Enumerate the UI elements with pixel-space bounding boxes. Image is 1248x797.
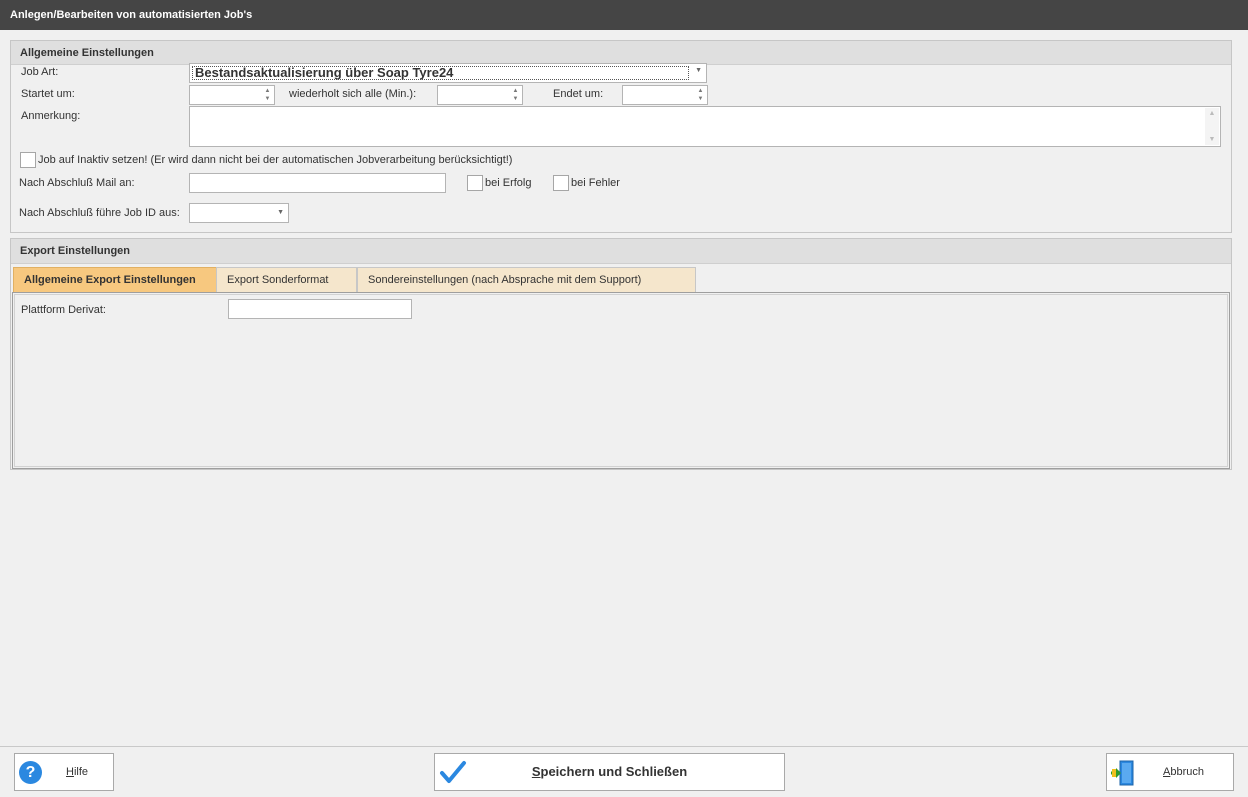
repeat-interval-label: wiederholt sich alle (Min.): <box>289 88 417 100</box>
note-textarea[interactable]: ▲ ▼ <box>189 106 1221 147</box>
error-checkbox[interactable] <box>553 175 569 191</box>
platform-derivative-label: Plattform Derivat: <box>21 304 106 316</box>
error-label[interactable]: bei Fehler <box>571 177 620 189</box>
end-time-spinner[interactable]: ▲ ▼ <box>695 87 706 103</box>
window-title: Anlegen/Bearbeiten von automatisierten J… <box>0 0 1248 30</box>
job-art-value: Bestandsaktualisierung über Soap Tyre24 <box>195 65 454 80</box>
platform-derivative-input[interactable] <box>228 299 412 319</box>
followup-job-label: Nach Abschluß führe Job ID aus: <box>19 207 180 219</box>
inactive-label[interactable]: Job auf Inaktiv setzen! (Er wird dann ni… <box>38 154 512 166</box>
help-button-label: Hilfe <box>66 766 89 778</box>
footer-divider <box>0 746 1248 747</box>
scroll-down-icon[interactable]: ▼ <box>1205 136 1219 143</box>
spin-up-icon[interactable]: ▲ <box>262 87 273 95</box>
start-time-input[interactable]: ▲ ▼ <box>189 85 275 105</box>
cancel-button-label: Abbruch <box>1163 766 1204 778</box>
mail-input[interactable] <box>189 173 446 193</box>
save-and-close-label: Speichern und Schließen <box>531 764 688 779</box>
save-and-close-button[interactable]: Speichern und Schließen <box>434 753 785 791</box>
spin-up-icon[interactable]: ▲ <box>510 87 521 95</box>
repeat-interval-input[interactable]: ▲ ▼ <box>437 85 523 105</box>
job-art-label: Job Art: <box>21 66 59 78</box>
spin-down-icon[interactable]: ▼ <box>262 95 273 103</box>
cancel-button[interactable]: Abbruch <box>1106 753 1234 791</box>
followup-job-combo[interactable]: ▼ <box>189 203 289 223</box>
success-checkbox[interactable] <box>467 175 483 191</box>
export-settings-header: Export Einstellungen <box>11 239 1231 264</box>
chevron-down-icon[interactable]: ▼ <box>695 67 702 74</box>
success-label[interactable]: bei Erfolg <box>485 177 531 189</box>
inactive-checkbox[interactable] <box>20 152 36 168</box>
export-tab-panel <box>12 292 1230 469</box>
start-time-spinner[interactable]: ▲ ▼ <box>262 87 273 103</box>
job-art-combo[interactable]: Bestandsaktualisierung über Soap Tyre24 … <box>189 63 707 83</box>
tab-special-settings[interactable]: Sondereinstellungen (nach Absprache mit … <box>357 267 696 293</box>
question-mark-icon: ? <box>19 761 42 784</box>
tab-general-export[interactable]: Allgemeine Export Einstellungen <box>13 267 217 293</box>
repeat-interval-spinner[interactable]: ▲ ▼ <box>510 87 521 103</box>
general-settings-header: Allgemeine Einstellungen <box>11 41 1231 65</box>
end-time-label: Endet um: <box>553 88 604 100</box>
start-time-label: Startet um: <box>21 88 75 100</box>
note-label: Anmerkung: <box>21 110 81 122</box>
spin-down-icon[interactable]: ▼ <box>695 95 706 103</box>
spin-down-icon[interactable]: ▼ <box>510 95 521 103</box>
help-button[interactable]: ? Hilfe <box>14 753 114 791</box>
scroll-up-icon[interactable]: ▲ <box>1205 110 1219 117</box>
end-time-input[interactable]: ▲ ▼ <box>622 85 708 105</box>
exit-door-icon <box>1111 760 1134 786</box>
mail-label: Nach Abschluß Mail an: <box>19 177 135 189</box>
spin-up-icon[interactable]: ▲ <box>695 87 706 95</box>
export-tab-panel-inner <box>14 294 1228 467</box>
note-scrollbar[interactable]: ▲ ▼ <box>1205 108 1219 145</box>
tab-export-special-format[interactable]: Export Sonderformat <box>216 267 357 293</box>
chevron-down-icon[interactable]: ▼ <box>277 209 284 216</box>
